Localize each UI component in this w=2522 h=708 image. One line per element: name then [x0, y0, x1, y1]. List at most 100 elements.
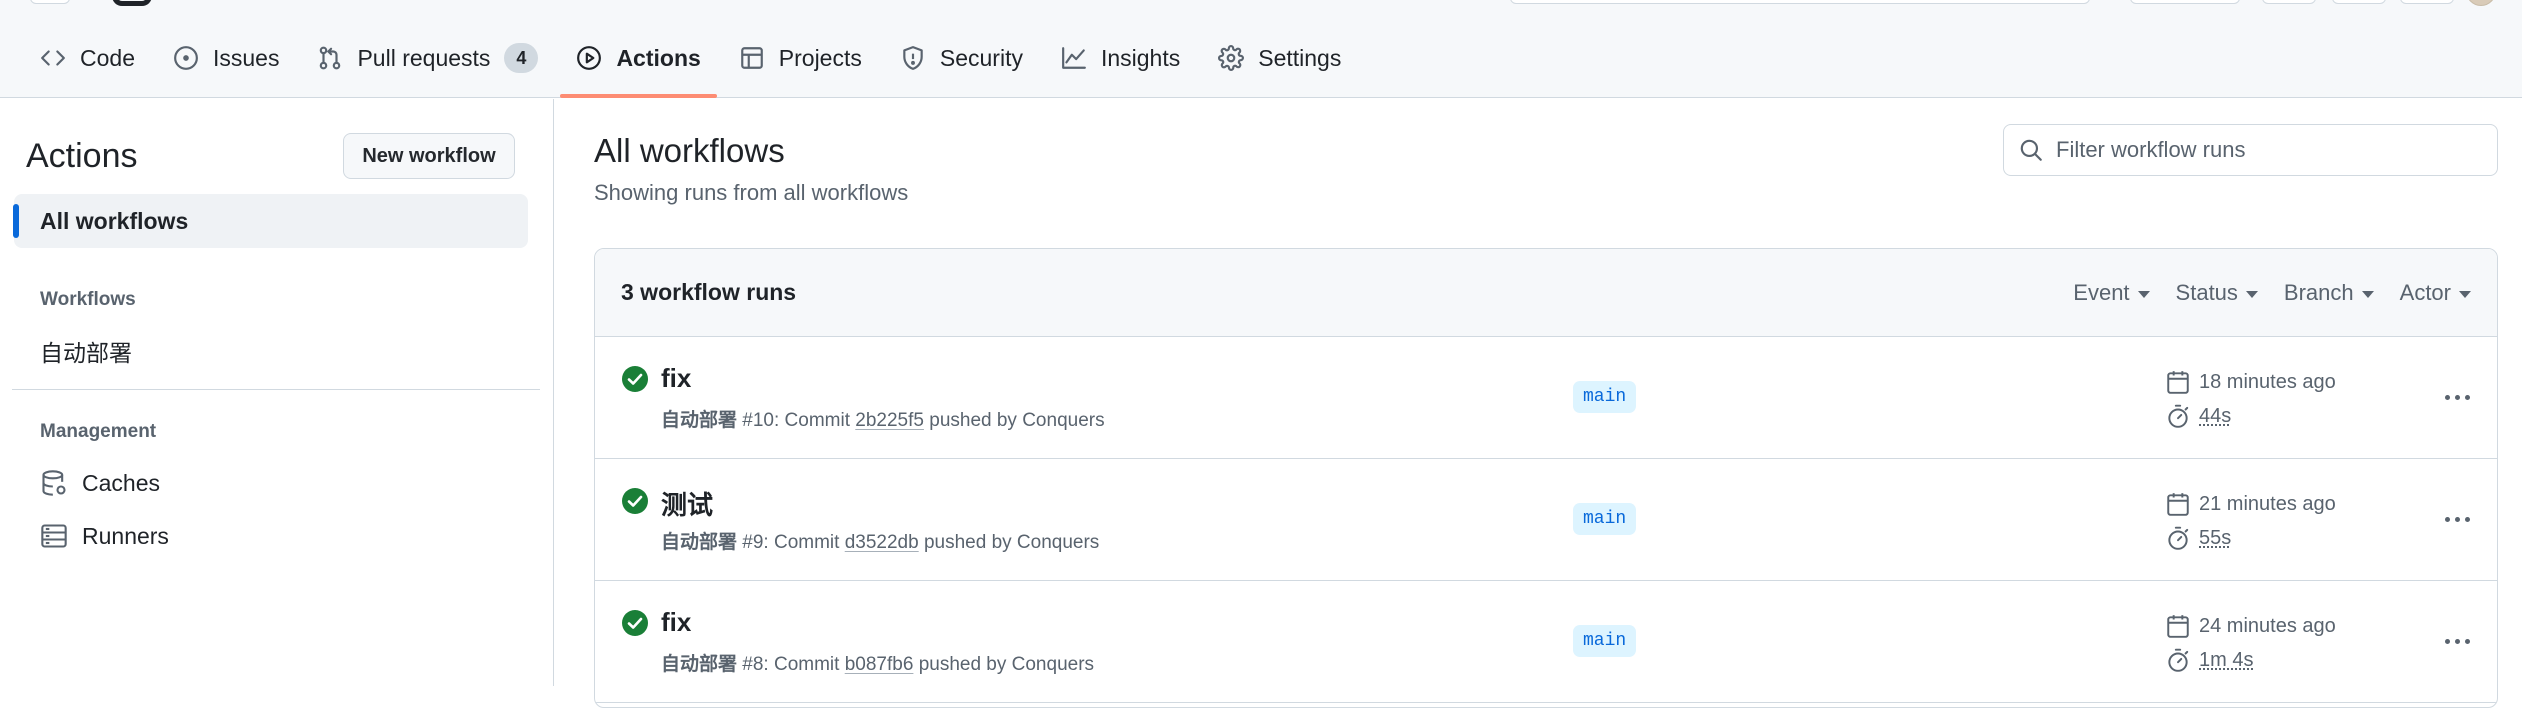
runs-header: 3 workflow runs Event Status Branch Acto… — [595, 249, 2497, 337]
run-duration-value: 1m 4s — [2199, 648, 2254, 671]
run-workflow-name: 自动部署 — [661, 410, 738, 431]
run-duration: 1m 4s — [2165, 647, 2253, 673]
workflow-run-row[interactable]: fix 自动部署 #10: Commit 2b225f5 pushed by C… — [595, 337, 2497, 459]
avatar[interactable] — [2466, 0, 2496, 6]
tab-insights[interactable]: Insights — [1045, 28, 1196, 88]
tab-code[interactable]: Code — [24, 28, 151, 88]
run-meta: 自动部署 #9: Commit d3522db pushed by Conque… — [661, 527, 1099, 554]
database-icon — [40, 469, 68, 497]
run-time-ago: 21 minutes ago — [2199, 492, 2336, 515]
graph-icon — [1061, 45, 1087, 71]
calendar-icon — [2165, 613, 2191, 639]
run-title-link[interactable]: fix — [661, 363, 691, 394]
run-count: 3 workflow runs — [621, 279, 797, 305]
tab-actions[interactable]: Actions — [560, 28, 718, 98]
chevron-down-icon — [2459, 290, 2471, 298]
run-options-button[interactable] — [2437, 503, 2477, 535]
event-filter[interactable]: Event — [2073, 280, 2150, 306]
run-workflow-name: 自动部署 — [661, 654, 738, 675]
global-search-input[interactable] — [1510, 0, 2090, 4]
actor-filter[interactable]: Actor — [2400, 280, 2471, 306]
run-options-button[interactable] — [2437, 625, 2477, 657]
sidebar-item-caches-label: Caches — [82, 469, 160, 496]
chevron-down-icon — [2361, 290, 2374, 298]
run-time: 21 minutes ago — [2165, 491, 2336, 517]
copilot-button[interactable] — [2130, 0, 2240, 4]
issues-button[interactable] — [2332, 0, 2386, 4]
commit-sha-link[interactable]: b087fb6 — [845, 654, 914, 675]
search-icon — [2018, 137, 2044, 163]
run-time: 24 minutes ago — [2165, 613, 2336, 639]
tab-issues[interactable]: Issues — [157, 28, 295, 88]
chevron-down-icon — [2137, 290, 2150, 298]
actions-sidebar: Actions New workflow All workflows Workf… — [0, 99, 554, 686]
tab-projects-label: Projects — [778, 44, 862, 71]
filter-workflow-runs[interactable] — [2003, 124, 2498, 176]
new-workflow-button[interactable]: New workflow — [343, 133, 515, 179]
sidebar-item-runners-label: Runners — [82, 522, 169, 549]
tab-code-label: Code — [80, 44, 135, 71]
status-filter[interactable]: Status — [2176, 280, 2258, 306]
branch-tag[interactable]: main — [1573, 381, 1637, 413]
run-title-link[interactable]: 测试 — [661, 485, 713, 522]
run-number: #8: Commit — [742, 654, 840, 675]
workflow-run-row[interactable]: 测试 自动部署 #9: Commit d3522db pushed by Con… — [595, 459, 2497, 581]
tab-settings[interactable]: Settings — [1202, 28, 1357, 88]
run-meta: 自动部署 #10: Commit 2b225f5 pushed by Conqu… — [661, 405, 1105, 432]
sidebar-item-workflow[interactable]: 自动部署 — [40, 329, 132, 373]
workflow-run-row[interactable]: fix 自动部署 #8: Commit b087fb6 pushed by Co… — [595, 581, 2497, 703]
page-subtitle: Showing runs from all workflows — [594, 180, 909, 205]
github-logo-icon[interactable] — [112, 0, 152, 6]
sidebar-item-caches[interactable]: Caches — [40, 461, 160, 505]
run-time-ago: 24 minutes ago — [2199, 614, 2336, 637]
run-duration-value: 44s — [2199, 404, 2232, 427]
calendar-icon — [2165, 491, 2191, 517]
run-options-button[interactable] — [2437, 381, 2477, 413]
repo-header: Code Issues Pull requests 4 Actions Proj… — [0, 0, 2522, 98]
tab-settings-label: Settings — [1258, 44, 1342, 71]
run-pushed-by: pushed by Conquers — [923, 532, 1100, 553]
branch-tag[interactable]: main — [1573, 503, 1637, 535]
sidebar-item-all-workflows[interactable]: All workflows — [13, 194, 528, 248]
top-bar-fragment — [0, 0, 2522, 8]
run-number: #9: Commit — [742, 532, 840, 553]
code-icon — [40, 45, 66, 71]
commit-sha-link[interactable]: d3522db — [845, 532, 919, 553]
pull-requests-count: 4 — [504, 43, 539, 73]
page-title: All workflows — [594, 132, 785, 169]
stopwatch-icon — [2165, 403, 2191, 429]
run-title-link[interactable]: fix — [661, 607, 691, 638]
tab-pull-requests-label: Pull requests — [357, 44, 491, 71]
tab-pull-requests[interactable]: Pull requests 4 — [301, 28, 554, 88]
commit-sha-link[interactable]: 2b225f5 — [855, 410, 924, 431]
gear-icon — [1218, 45, 1245, 71]
tab-projects[interactable]: Projects — [723, 28, 878, 88]
run-pushed-by: pushed by Conquers — [918, 654, 1095, 675]
menu-button[interactable] — [30, 0, 70, 4]
check-circle-icon — [622, 488, 648, 514]
create-button[interactable] — [2262, 0, 2316, 4]
tab-security[interactable]: Security — [884, 28, 1039, 88]
play-icon — [576, 45, 602, 71]
tab-security-label: Security — [939, 44, 1023, 71]
run-duration: 55s — [2165, 525, 2231, 551]
notifications-button[interactable] — [2400, 0, 2454, 4]
management-heading: Management — [40, 421, 157, 442]
server-icon — [40, 522, 68, 550]
workflow-runs-list: 3 workflow runs Event Status Branch Acto… — [594, 248, 2498, 708]
shield-icon — [900, 45, 926, 71]
event-filter-label: Event — [2073, 280, 2130, 305]
status-filter-label: Status — [2175, 280, 2238, 305]
run-pushed-by: pushed by Conquers — [929, 410, 1105, 431]
branch-tag[interactable]: main — [1573, 625, 1637, 657]
repo-nav: Code Issues Pull requests 4 Actions Proj… — [24, 28, 1363, 98]
sidebar-item-runners[interactable]: Runners — [40, 514, 169, 558]
git-pull-request-icon — [317, 45, 343, 71]
check-circle-icon — [622, 366, 648, 392]
run-duration-value: 55s — [2199, 526, 2232, 549]
filter-input[interactable] — [2056, 137, 2497, 163]
run-number: #10: Commit — [742, 410, 850, 431]
tab-insights-label: Insights — [1100, 44, 1181, 71]
actor-filter-label: Actor — [2399, 280, 2451, 305]
branch-filter[interactable]: Branch — [2284, 280, 2374, 306]
